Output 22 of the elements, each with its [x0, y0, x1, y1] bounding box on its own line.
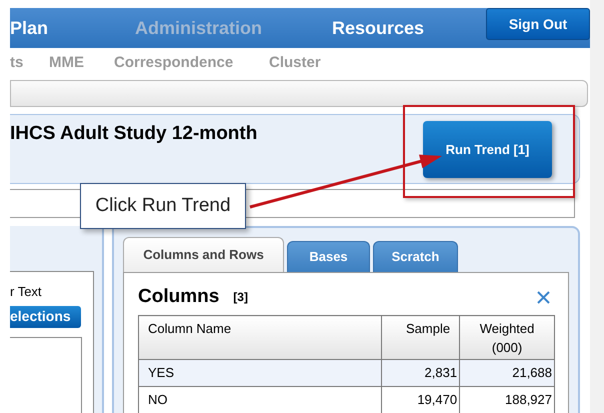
- nav-link[interactable]: Plan: [10, 14, 135, 42]
- subnav-link[interactable]: MME: [49, 52, 114, 74]
- callout-label: Click Run Trend: [80, 183, 246, 229]
- column-header: Sample: [382, 316, 460, 360]
- tab[interactable]: Columns and Rows: [123, 237, 284, 272]
- subnav-link[interactable]: Cluster: [269, 52, 349, 74]
- table-cell: NO: [138, 386, 382, 413]
- column-header: Column Name: [138, 316, 382, 360]
- close-icon[interactable]: [537, 290, 550, 304]
- columns-heading: Columns: [138, 284, 220, 309]
- subnav-link[interactable]: ts: [10, 52, 49, 74]
- study-title: IHCS Adult Study 12-month: [10, 122, 258, 145]
- subnav-link[interactable]: Correspondence: [114, 52, 269, 74]
- tab[interactable]: Bases: [287, 241, 370, 272]
- selections-button[interactable]: elections: [10, 306, 81, 328]
- columns-count: [3]: [233, 289, 248, 306]
- nav-link[interactable]: Resources: [332, 14, 476, 42]
- run-trend-button[interactable]: Run Trend [1]: [423, 121, 552, 178]
- column-header: Weighted (000): [460, 316, 554, 360]
- tab[interactable]: Scratch: [373, 241, 458, 272]
- label-text: r Text: [10, 283, 43, 301]
- sign-out-button[interactable]: Sign Out: [486, 8, 590, 40]
